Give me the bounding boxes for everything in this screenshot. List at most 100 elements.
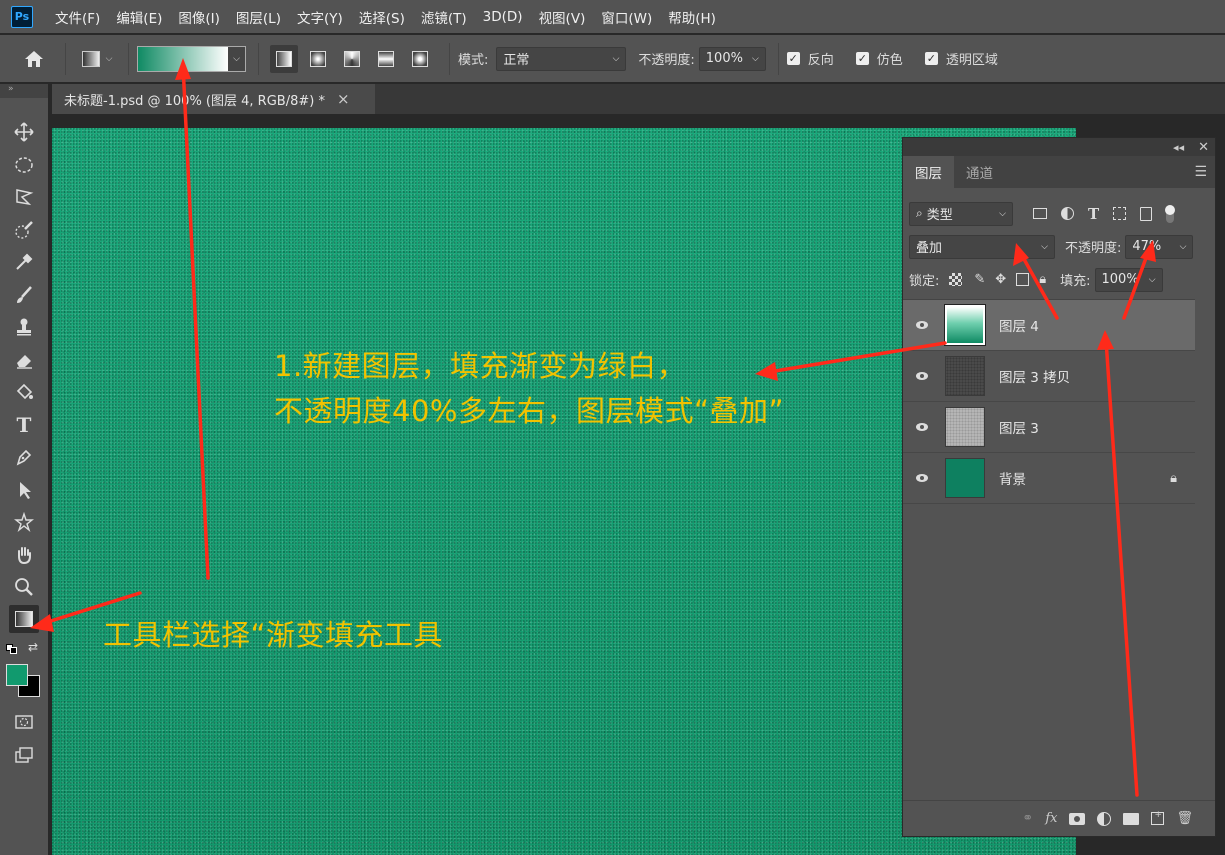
link-layers-icon[interactable]: ⚭ — [1022, 811, 1033, 826]
reflected-gradient-button[interactable] — [372, 45, 400, 73]
pixel-filter-icon[interactable] — [1033, 208, 1047, 219]
default-colors-icon[interactable] — [6, 644, 18, 654]
swap-colors-icon[interactable]: ⇄ — [28, 640, 38, 654]
blend-row: 叠加 ⌵ 不透明度: 47% ⌵ — [903, 230, 1215, 263]
transparency-checkbox[interactable]: ✓ 透明区域 — [924, 49, 998, 68]
screen-mode-icon[interactable] — [9, 741, 39, 769]
blend-mode-select[interactable]: 叠加 ⌵ — [909, 234, 1055, 259]
visibility-eye-icon[interactable] — [903, 320, 941, 330]
menu-3d[interactable]: 3D(D) — [475, 9, 531, 25]
new-layer-icon[interactable]: + — [1151, 810, 1165, 825]
eyedropper-tool-icon[interactable] — [9, 248, 39, 276]
tool-preset-picker[interactable]: ⌵ — [77, 45, 117, 73]
menu-help[interactable]: 帮助(H) — [660, 7, 724, 27]
marquee-tool-icon[interactable] — [9, 151, 39, 179]
document-tab[interactable]: 未标题-1.psd @ 100% (图层 4, RGB/8#) * × — [52, 84, 375, 114]
lock-image-icon[interactable]: ✎ — [974, 272, 985, 287]
hand-tool-icon[interactable] — [9, 541, 39, 569]
layer-opacity-field[interactable]: 47% ⌵ — [1125, 234, 1194, 259]
lock-position-icon[interactable]: ✥ — [995, 272, 1006, 287]
collapse-icon[interactable]: » — [0, 84, 48, 98]
pen-tool-icon[interactable] — [9, 443, 39, 471]
panel-header: ◂◂ ✕ — [903, 138, 1215, 156]
chevron-down-icon: ⌵ — [612, 53, 620, 64]
mode-select[interactable]: 正常 ⌵ — [496, 46, 627, 71]
photoshop-logo: Ps — [11, 5, 33, 28]
menu-layer[interactable]: 图层(L) — [228, 7, 289, 27]
menu-view[interactable]: 视图(V) — [531, 7, 594, 27]
gradient-picker[interactable]: ⌵ — [137, 45, 246, 72]
collapse-panel-icon[interactable]: ◂◂ — [1173, 141, 1184, 154]
layer-row[interactable]: 图层 3 — [903, 402, 1195, 453]
paint-bucket-tool-icon[interactable] — [9, 378, 39, 406]
shape-tool-icon[interactable] — [9, 508, 39, 536]
menu-file[interactable]: 文件(F) — [47, 7, 108, 27]
type-tool-icon[interactable]: T — [9, 411, 39, 439]
add-mask-icon[interactable] — [1069, 812, 1086, 825]
eraser-tool-icon[interactable] — [9, 346, 39, 374]
lock-transparent-icon[interactable] — [949, 273, 963, 286]
close-panel-icon[interactable]: ✕ — [1198, 140, 1209, 155]
checkmark-icon: ✓ — [924, 52, 938, 65]
menu-type[interactable]: 文字(Y) — [289, 7, 351, 27]
diamond-gradient-button[interactable] — [406, 45, 434, 73]
layer-thumbnail — [944, 304, 986, 346]
menu-window[interactable]: 窗口(W) — [593, 7, 660, 27]
opacity-label: 不透明度: — [638, 53, 695, 68]
layer-list: 图层 4 图层 3 拷贝 图层 3 背景 🔒︎ — [903, 299, 1195, 504]
new-group-icon[interactable] — [1123, 812, 1140, 825]
chevron-down-icon: ⌵ — [1148, 274, 1156, 285]
close-icon[interactable]: × — [337, 90, 350, 108]
delete-layer-icon[interactable]: 🗑︎ — [1176, 811, 1193, 826]
reverse-checkbox[interactable]: ✓ 反向 — [786, 49, 834, 68]
checkmark-icon: ✓ — [855, 52, 869, 65]
menu-filter[interactable]: 滤镜(T) — [413, 7, 475, 27]
lasso-tool-icon[interactable] — [9, 183, 39, 211]
smart-object-filter-icon[interactable] — [1140, 206, 1153, 221]
lock-all-icon[interactable]: 🔒︎ — [1039, 272, 1046, 287]
move-tool-icon[interactable] — [9, 118, 39, 146]
brush-tool-icon[interactable] — [9, 281, 39, 309]
layer-row[interactable]: 图层 4 — [903, 300, 1195, 351]
fill-field[interactable]: 100% ⌵ — [1094, 267, 1163, 292]
path-select-tool-icon[interactable] — [9, 476, 39, 504]
opacity-field[interactable]: 100% ⌵ — [698, 46, 766, 71]
dither-checkbox[interactable]: ✓ 仿色 — [855, 49, 903, 68]
mode-value: 正常 — [503, 53, 530, 68]
home-icon[interactable] — [20, 45, 48, 73]
filter-toggle-icon[interactable] — [1165, 204, 1176, 223]
quick-select-tool-icon[interactable] — [9, 216, 39, 244]
menu-edit[interactable]: 编辑(E) — [108, 7, 170, 27]
zoom-tool-icon[interactable] — [9, 573, 39, 601]
layer-opacity-value: 47% — [1132, 239, 1162, 254]
chevron-down-icon: ⌵ — [233, 53, 240, 64]
annotation-step1-line1: 1.新建图层，填充渐变为绿白， — [274, 349, 687, 383]
panel-menu-icon[interactable]: ☰ — [1194, 164, 1207, 180]
radial-gradient-button[interactable] — [304, 45, 332, 73]
gradient-tool-icon[interactable] — [9, 605, 39, 633]
menu-select[interactable]: 选择(S) — [351, 7, 413, 27]
checkmark-icon: ✓ — [786, 52, 800, 65]
visibility-eye-icon[interactable] — [903, 371, 941, 381]
shape-filter-icon[interactable] — [1113, 207, 1127, 220]
adjustment-filter-icon[interactable] — [1061, 207, 1074, 220]
visibility-eye-icon[interactable] — [903, 473, 941, 483]
linear-gradient-button[interactable] — [270, 44, 298, 73]
quick-mask-icon[interactable] — [9, 708, 39, 736]
lock-artboard-icon[interactable] — [1016, 273, 1030, 286]
angle-gradient-button[interactable] — [338, 45, 366, 73]
tab-layers[interactable]: 图层 — [903, 156, 954, 188]
adjustment-layer-icon[interactable] — [1097, 811, 1112, 826]
layer-row[interactable]: 背景 🔒︎ — [903, 453, 1195, 504]
fx-icon[interactable]: fx — [1045, 811, 1057, 826]
visibility-eye-icon[interactable] — [903, 422, 941, 432]
layer-row[interactable]: 图层 3 拷贝 — [903, 351, 1195, 402]
filter-kind-select[interactable]: ⌕ 类型 ⌵ — [909, 201, 1013, 226]
stamp-tool-icon[interactable] — [9, 313, 39, 341]
tab-channels[interactable]: 通道 — [954, 156, 1005, 188]
type-filter-icon[interactable]: T — [1088, 205, 1099, 223]
gradient-tool-icon — [81, 50, 100, 67]
panel-tabs: 图层 通道 ☰ — [903, 156, 1215, 188]
menu-image[interactable]: 图像(I) — [170, 7, 228, 27]
foreground-color-swatch[interactable] — [6, 664, 28, 686]
